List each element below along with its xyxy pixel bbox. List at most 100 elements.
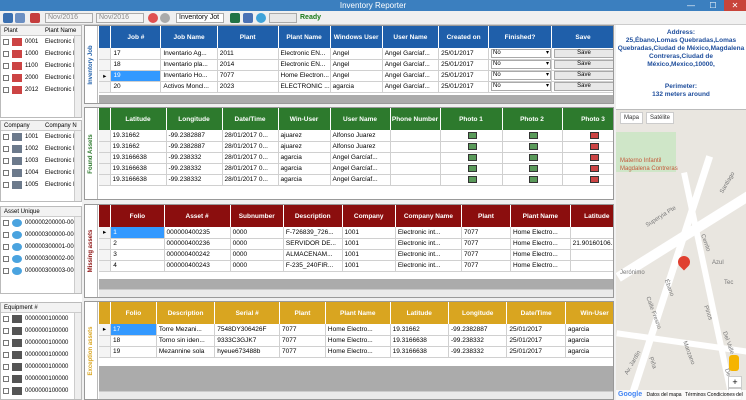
- table-cell[interactable]: 1001: [342, 227, 396, 239]
- minimize-button[interactable]: —: [680, 0, 702, 11]
- row-checkbox[interactable]: [3, 340, 9, 346]
- maximize-button[interactable]: ☐: [702, 0, 724, 11]
- table-cell[interactable]: 25/01/2017: [438, 59, 490, 71]
- filter-row[interactable]: 0000000100000: [1, 313, 81, 325]
- table-cell[interactable]: -99.2382887: [166, 141, 223, 153]
- save-cell[interactable]: Save: [551, 70, 613, 82]
- save-cell[interactable]: Save: [551, 48, 613, 60]
- table-cell[interactable]: 0000: [230, 260, 284, 272]
- job-combo[interactable]: Inventory Jot: [176, 13, 224, 23]
- table-cell[interactable]: Home Electro...: [510, 227, 571, 239]
- row-selector[interactable]: [99, 238, 112, 250]
- column-header[interactable]: User Name: [382, 26, 440, 48]
- photo-cell[interactable]: [562, 152, 613, 164]
- row-checkbox[interactable]: [3, 158, 9, 164]
- finished-dropdown[interactable]: No: [491, 82, 551, 91]
- finished-dropdown[interactable]: No: [491, 48, 551, 58]
- zoom-in-button[interactable]: +: [728, 376, 742, 388]
- table-cell[interactable]: 19: [110, 346, 157, 358]
- table-cell[interactable]: 19.3166638: [390, 335, 450, 347]
- photo-cell[interactable]: [502, 130, 563, 142]
- table-cell[interactable]: 000000400243: [164, 260, 231, 272]
- column-header[interactable]: Photo 1: [440, 108, 503, 130]
- column-header[interactable]: Latitude: [390, 302, 450, 324]
- row-selector[interactable]: [99, 48, 112, 60]
- filter-row[interactable]: 1005 Electronic I: [1, 179, 81, 191]
- photo-icon[interactable]: [528, 175, 538, 183]
- filter-row[interactable]: 1100 Electronic I: [1, 60, 81, 72]
- table-row[interactable]: 19 Mezannine sola hyeue673488b 7077 Home Ele…: [99, 346, 613, 358]
- table-row[interactable]: 4 000000400243 0000 F-235_240FIR... 1001 Elec…: [99, 260, 613, 272]
- table-cell[interactable]: 18: [110, 335, 157, 347]
- table-cell[interactable]: Alfonso Juarez: [330, 141, 391, 153]
- table-cell[interactable]: Torre Mezani...: [156, 324, 216, 336]
- table-cell[interactable]: [390, 174, 441, 186]
- photo-icon[interactable]: [589, 175, 599, 183]
- table-cell[interactable]: 19.31662: [390, 324, 450, 336]
- column-header[interactable]: Plant: [217, 26, 279, 48]
- table-cell[interactable]: [570, 260, 613, 272]
- row-selector[interactable]: [99, 174, 111, 186]
- table-row[interactable]: 19.3166638 -99.238332 28/01/2017 0... agarc…: [99, 152, 613, 164]
- column-header[interactable]: Subnumber: [230, 205, 284, 227]
- save-button[interactable]: Save: [553, 48, 613, 58]
- row-checkbox[interactable]: [3, 170, 9, 176]
- save-button[interactable]: Save: [553, 71, 613, 80]
- date-from-combo[interactable]: Nov/2016: [45, 13, 93, 23]
- row-selector[interactable]: [99, 335, 111, 347]
- filter-row[interactable]: 0001 Electronic I: [1, 36, 81, 48]
- finished-select[interactable]: No: [488, 81, 552, 93]
- satellite-tab[interactable]: Satélite: [646, 112, 675, 124]
- row-selector[interactable]: [99, 249, 112, 261]
- filter-row[interactable]: 0000000100000: [1, 337, 81, 349]
- table-cell[interactable]: Alfonso Juarez: [330, 130, 391, 142]
- row-checkbox[interactable]: [3, 244, 9, 250]
- table-cell[interactable]: [390, 152, 441, 164]
- table-cell[interactable]: 19: [110, 70, 162, 82]
- equipment-column-header[interactable]: Equipment #: [4, 303, 38, 313]
- table-cell[interactable]: 2023: [217, 81, 279, 93]
- filter-row[interactable]: 1001 Electronic I: [1, 131, 81, 143]
- table-cell[interactable]: 25/01/2017: [506, 335, 566, 347]
- filter-row[interactable]: 000000300000-00: [1, 229, 81, 241]
- table-cell[interactable]: 7548DY306426F: [214, 324, 280, 336]
- table-cell[interactable]: 9333C3GJK7: [214, 335, 280, 347]
- filter-row[interactable]: 0000000100000: [1, 385, 81, 397]
- table-cell[interactable]: 25/01/2017: [506, 346, 566, 358]
- row-checkbox[interactable]: [3, 39, 9, 45]
- table-cell[interactable]: 1001: [342, 249, 396, 261]
- filter-row[interactable]: 1000 Electronic I: [1, 48, 81, 60]
- table-row[interactable]: ▸ 1 000000400235 0000 F-726839_726... 1001 Ele…: [99, 227, 613, 239]
- column-header[interactable]: Company Name: [395, 205, 462, 227]
- table-cell[interactable]: Electronic int...: [395, 227, 462, 239]
- row-selector[interactable]: [99, 81, 112, 93]
- table-cell[interactable]: -99.238332: [166, 174, 223, 186]
- photo-cell[interactable]: [562, 141, 613, 153]
- table-cell[interactable]: 28/01/2017 0...: [222, 141, 279, 153]
- map-data-link[interactable]: Datos del mapa: [647, 392, 682, 398]
- table-row[interactable]: 2 000000400236 0000 SERVIDOR DE... 1001 Elect…: [99, 238, 613, 250]
- map-view[interactable]: Mapa Satélite Materno Infantil Magdalena…: [616, 109, 746, 400]
- table-cell[interactable]: 7077: [217, 70, 279, 82]
- table-row[interactable]: 19.31662 -99.2382887 28/01/2017 0... ajuare…: [99, 141, 613, 153]
- table-cell[interactable]: Angel Garcíaf...: [382, 81, 440, 93]
- row-checkbox[interactable]: [3, 232, 9, 238]
- photo-icon[interactable]: [467, 175, 477, 183]
- column-header[interactable]: User Name: [330, 108, 391, 130]
- filter-row[interactable]: 2012 Electronic I: [1, 84, 81, 96]
- table-cell[interactable]: Home Electro...: [510, 260, 571, 272]
- photo-cell[interactable]: [502, 163, 563, 175]
- table-cell[interactable]: Inventario pla...: [160, 59, 218, 71]
- column-header[interactable]: Plant Name: [325, 302, 391, 324]
- table-cell[interactable]: 28/01/2017 0...: [222, 130, 279, 142]
- filter-row[interactable]: 2000 Electronic I: [1, 72, 81, 84]
- table-cell[interactable]: Home Electro...: [325, 324, 391, 336]
- database-icon[interactable]: [243, 13, 253, 23]
- table-cell[interactable]: 7077: [461, 238, 511, 250]
- table-cell[interactable]: hyeue673488b: [214, 346, 280, 358]
- photo-cell[interactable]: [562, 130, 613, 142]
- table-cell[interactable]: 28/01/2017 0...: [222, 152, 279, 164]
- table-cell[interactable]: agarcia: [565, 335, 613, 347]
- column-header[interactable]: Win-User: [278, 108, 331, 130]
- table-cell[interactable]: 18: [110, 59, 162, 71]
